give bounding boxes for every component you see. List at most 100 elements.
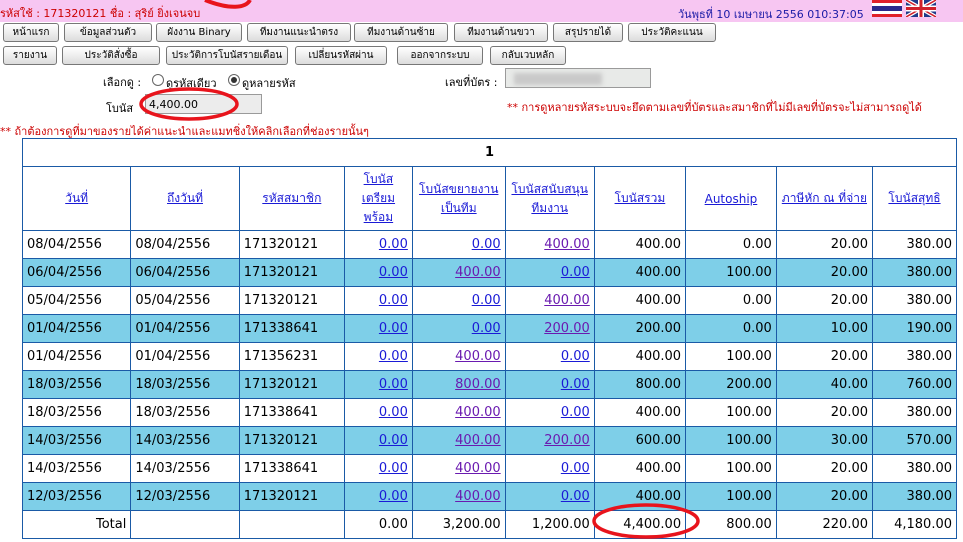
cell-4[interactable]: 0.00 bbox=[343, 398, 413, 427]
cell-4[interactable]: 0.00 bbox=[343, 314, 413, 343]
cell-6-link[interactable]: 200.00 bbox=[544, 321, 590, 336]
cell-6[interactable]: 200.00 bbox=[504, 426, 595, 455]
column-header-6[interactable]: โบนัสสนับสนุนทีมงาน bbox=[504, 166, 595, 231]
cell-5-link[interactable]: 0.00 bbox=[472, 321, 501, 336]
cell-4[interactable]: 0.00 bbox=[343, 286, 413, 315]
cell-5-link[interactable]: 400.00 bbox=[455, 489, 501, 504]
cell-5[interactable]: 0.00 bbox=[411, 230, 506, 259]
cell-5-link[interactable]: 400.00 bbox=[455, 265, 501, 280]
cell-5[interactable]: 800.00 bbox=[411, 370, 506, 399]
nav1-button-5[interactable]: ทีมงานด้านซ้าย bbox=[354, 23, 448, 42]
cell-5[interactable]: 400.00 bbox=[411, 454, 506, 483]
cell-4-link[interactable]: 0.00 bbox=[379, 349, 408, 364]
column-header-3[interactable]: รหัสสมาชิก bbox=[238, 166, 345, 231]
uk-flag-icon[interactable] bbox=[906, 0, 936, 17]
nav2-button-3[interactable]: ประวัติการโบนัสรายเดือน bbox=[166, 46, 288, 65]
cell-6-link[interactable]: 400.00 bbox=[544, 237, 590, 252]
nav2-button-1[interactable]: รายงาน bbox=[3, 46, 57, 65]
nav2-button-4[interactable]: เปลี่ยนรหัสผ่าน bbox=[295, 46, 387, 65]
thai-flag-icon[interactable] bbox=[872, 0, 902, 17]
cell-5[interactable]: 400.00 bbox=[411, 482, 506, 511]
nav1-button-4[interactable]: ทีมงานแนะนำตรง bbox=[247, 23, 351, 42]
cell-6-link[interactable]: 400.00 bbox=[544, 293, 590, 308]
column-header-1-link[interactable]: วันที่ bbox=[65, 191, 88, 205]
cell-4-link[interactable]: 0.00 bbox=[379, 433, 408, 448]
cell-4-link[interactable]: 0.00 bbox=[379, 293, 408, 308]
cell-4[interactable]: 0.00 bbox=[343, 258, 413, 287]
cell-5[interactable]: 0.00 bbox=[411, 314, 506, 343]
nav1-button-1[interactable]: หน้าแรก bbox=[3, 23, 59, 42]
column-header-5-link[interactable]: โบนัสขยายงานเป็นทีม bbox=[419, 182, 498, 215]
cell-6-link[interactable]: 0.00 bbox=[561, 405, 590, 420]
nav2-button-2[interactable]: ประวัติสั่งซื้อ bbox=[62, 46, 160, 65]
cell-4[interactable]: 0.00 bbox=[343, 370, 413, 399]
column-header-2[interactable]: ถึงวันที่ bbox=[130, 166, 240, 231]
nav1-button-8[interactable]: ประวัติคะแนน bbox=[628, 23, 716, 42]
cell-5-link[interactable]: 800.00 bbox=[455, 377, 501, 392]
cell-4[interactable]: 0.00 bbox=[343, 342, 413, 371]
radio-single-code[interactable] bbox=[152, 74, 164, 86]
cell-6-link[interactable]: 0.00 bbox=[561, 349, 590, 364]
column-header-2-link[interactable]: ถึงวันที่ bbox=[167, 191, 203, 205]
column-header-10-link[interactable]: โบนัสสุทธิ bbox=[888, 191, 940, 205]
cell-5[interactable]: 400.00 bbox=[411, 398, 506, 427]
cell-6[interactable]: 200.00 bbox=[504, 314, 595, 343]
nav1-button-6[interactable]: ทีมงานด้านขวา bbox=[454, 23, 548, 42]
cell-4[interactable]: 0.00 bbox=[343, 454, 413, 483]
cell-4-link[interactable]: 0.00 bbox=[379, 489, 408, 504]
cell-5[interactable]: 0.00 bbox=[411, 286, 506, 315]
column-header-3-link[interactable]: รหัสสมาชิก bbox=[262, 191, 321, 205]
cell-6[interactable]: 400.00 bbox=[504, 230, 595, 259]
cell-5-link[interactable]: 400.00 bbox=[455, 461, 501, 476]
column-header-6-link[interactable]: โบนัสสนับสนุนทีมงาน bbox=[511, 182, 587, 215]
nav2-button-6[interactable]: กลับเวบหลัก bbox=[490, 46, 566, 65]
cell-4[interactable]: 0.00 bbox=[343, 482, 413, 511]
cell-4-link[interactable]: 0.00 bbox=[379, 237, 408, 252]
column-header-8-link[interactable]: Autoship bbox=[705, 192, 758, 206]
cell-4-link[interactable]: 0.00 bbox=[379, 321, 408, 336]
column-header-7-link[interactable]: โบนัสรวม bbox=[615, 191, 666, 205]
card-number-field[interactable] bbox=[505, 68, 651, 88]
cell-6-link[interactable]: 0.00 bbox=[561, 377, 590, 392]
cell-6-link[interactable]: 0.00 bbox=[561, 461, 590, 476]
cell-4-link[interactable]: 0.00 bbox=[379, 405, 408, 420]
radio-multi-code[interactable] bbox=[228, 74, 240, 86]
cell-5-link[interactable]: 400.00 bbox=[455, 433, 501, 448]
cell-6[interactable]: 0.00 bbox=[504, 454, 595, 483]
cell-5[interactable]: 400.00 bbox=[411, 342, 506, 371]
nav2-button-5[interactable]: ออกจากระบบ bbox=[397, 46, 483, 65]
cell-6[interactable]: 0.00 bbox=[504, 342, 595, 371]
cell-4-link[interactable]: 0.00 bbox=[379, 265, 408, 280]
cell-5-link[interactable]: 0.00 bbox=[472, 237, 501, 252]
cell-5-link[interactable]: 0.00 bbox=[472, 293, 501, 308]
column-header-5[interactable]: โบนัสขยายงานเป็นทีม bbox=[411, 166, 506, 231]
column-header-8[interactable]: Autoship bbox=[685, 166, 777, 231]
column-header-1[interactable]: วันที่ bbox=[21, 166, 132, 231]
column-header-10[interactable]: โบนัสสุทธิ bbox=[872, 166, 957, 231]
column-header-9[interactable]: ภาษีหัก ณ ที่จ่าย bbox=[775, 166, 874, 231]
cell-6[interactable]: 400.00 bbox=[504, 286, 595, 315]
cell-4[interactable]: 0.00 bbox=[343, 230, 413, 259]
column-header-7[interactable]: โบนัสรวม bbox=[593, 166, 687, 231]
nav1-button-7[interactable]: สรุปรายได้ bbox=[553, 23, 623, 42]
cell-5-link[interactable]: 400.00 bbox=[455, 349, 501, 364]
cell-5[interactable]: 400.00 bbox=[411, 258, 506, 287]
cell-6-link[interactable]: 200.00 bbox=[544, 433, 590, 448]
cell-6[interactable]: 0.00 bbox=[504, 482, 595, 511]
cell-6[interactable]: 0.00 bbox=[504, 258, 595, 287]
bonus-field[interactable]: 4,400.00 bbox=[145, 94, 262, 114]
cell-6-link[interactable]: 0.00 bbox=[561, 489, 590, 504]
cell-6-link[interactable]: 0.00 bbox=[561, 265, 590, 280]
cell-4-link[interactable]: 0.00 bbox=[379, 377, 408, 392]
cell-5[interactable]: 400.00 bbox=[411, 426, 506, 455]
nav1-button-2[interactable]: ข้อมูลส่วนตัว bbox=[64, 23, 152, 42]
column-header-4[interactable]: โบนัสเตรียมพร้อม bbox=[343, 166, 413, 231]
column-header-9-link[interactable]: ภาษีหัก ณ ที่จ่าย bbox=[782, 191, 867, 205]
cell-5-link[interactable]: 400.00 bbox=[455, 405, 501, 420]
cell-6[interactable]: 0.00 bbox=[504, 398, 595, 427]
cell-4[interactable]: 0.00 bbox=[343, 426, 413, 455]
nav1-button-3[interactable]: ผังงาน Binary bbox=[156, 23, 242, 42]
cell-4-link[interactable]: 0.00 bbox=[379, 461, 408, 476]
column-header-4-link[interactable]: โบนัสเตรียมพร้อม bbox=[362, 172, 395, 224]
cell-6[interactable]: 0.00 bbox=[504, 370, 595, 399]
